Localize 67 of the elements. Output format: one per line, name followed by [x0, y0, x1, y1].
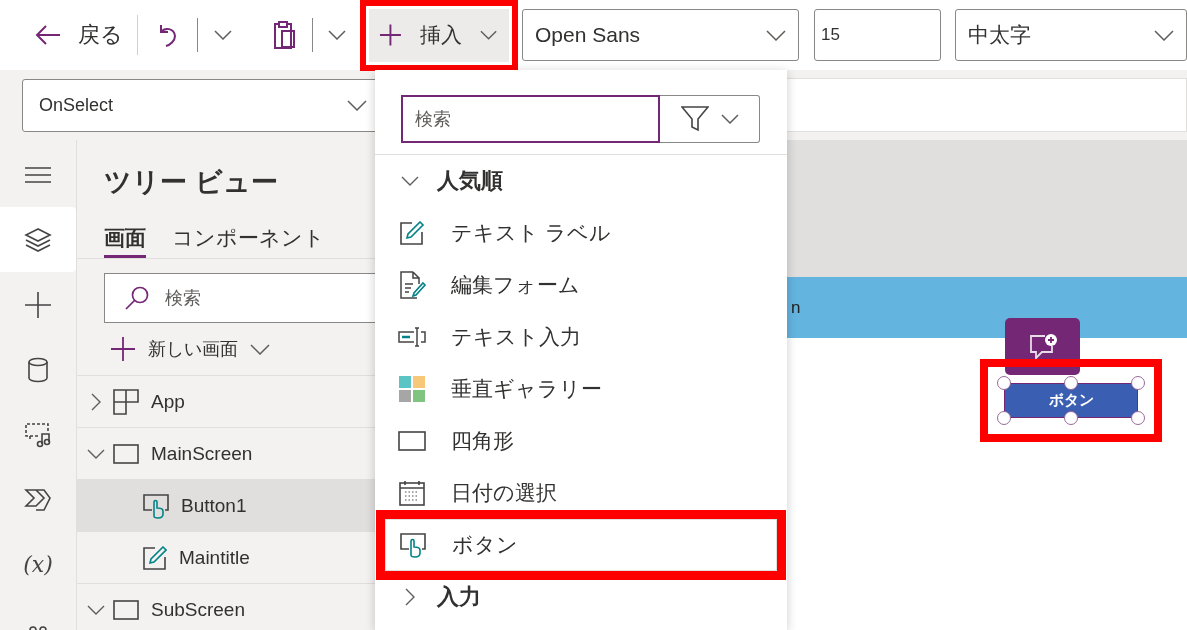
tree-item[interactable]: Button1 — [77, 479, 375, 531]
chevron-down-icon[interactable] — [401, 176, 419, 186]
menu-group-header[interactable]: 入力 — [375, 571, 787, 623]
chevron-down-icon — [250, 343, 270, 355]
new-screen-button[interactable]: 新しい画面 — [110, 323, 270, 375]
insert-button[interactable]: 挿入 — [369, 8, 509, 62]
chevron-down-icon — [1154, 29, 1174, 41]
chevron-right-icon[interactable] — [91, 392, 101, 411]
chevron-down-icon[interactable] — [87, 448, 105, 459]
search-field[interactable]: 検索 — [401, 95, 660, 143]
text-input-icon — [397, 327, 427, 347]
panel-tab[interactable]: コンポーネント — [172, 214, 325, 258]
menu-item[interactable]: 日付の選択 — [385, 467, 777, 519]
canvas-button[interactable]: ボタン — [1004, 383, 1138, 418]
pencil-square-icon — [143, 545, 167, 570]
screen-icon — [113, 599, 139, 620]
font-size-field[interactable]: 15 — [814, 9, 941, 61]
chevron-down-icon — [720, 114, 739, 124]
back-arrow-icon — [34, 24, 62, 46]
tree-item[interactable]: SubScreen — [77, 583, 375, 630]
chevron-down-icon[interactable] — [87, 604, 105, 615]
document-pencil-icon — [397, 271, 427, 299]
search-field[interactable]: 検索 — [104, 273, 375, 323]
menu-group-header[interactable]: 人気順 — [375, 155, 787, 207]
plus-icon — [110, 336, 136, 362]
font-dropdown[interactable]: Open Sans — [522, 9, 799, 61]
tree-item[interactable]: App — [77, 375, 375, 427]
chevron-down-icon[interactable] — [327, 30, 346, 40]
panel-title: ツリー ビュー — [103, 166, 279, 199]
tree-item[interactable]: Maintitle — [77, 531, 375, 583]
chevron-down-icon — [766, 29, 786, 41]
tiles-icon — [397, 376, 427, 402]
comment-add-icon — [1027, 332, 1058, 361]
back-button[interactable]: 戻る — [34, 13, 123, 57]
filter-icon — [680, 106, 709, 132]
chevron-down-icon — [479, 30, 497, 40]
button-control-icon — [143, 492, 169, 519]
resize-handle[interactable] — [997, 411, 1011, 425]
menu-item[interactable]: 垂直ギャラリー — [385, 363, 777, 415]
resize-handle[interactable] — [1064, 376, 1078, 390]
chevron-down-icon — [347, 99, 367, 111]
rectangle-icon — [397, 431, 427, 451]
resize-handle[interactable] — [1131, 376, 1145, 390]
resize-handle[interactable] — [1131, 411, 1145, 425]
header-title: n — [791, 297, 801, 318]
filter-button[interactable] — [660, 95, 760, 143]
chevron-down-icon[interactable] — [213, 30, 232, 40]
variables-button[interactable]: (x) — [0, 532, 76, 597]
search-icon — [124, 285, 150, 311]
plus-icon — [379, 23, 402, 47]
resize-handle[interactable] — [1064, 411, 1078, 425]
menu-item[interactable]: 四角形 — [385, 415, 777, 467]
screen-icon — [113, 443, 139, 464]
panel-tab[interactable]: 画面 — [104, 214, 146, 258]
pencil-square-icon — [397, 221, 427, 245]
chevron-right-icon[interactable] — [405, 588, 415, 606]
clipboard-icon[interactable] — [271, 20, 296, 50]
calendar-icon — [397, 480, 427, 506]
resize-handle[interactable] — [997, 376, 1011, 390]
menu-item[interactable]: 編集フォーム — [385, 259, 777, 311]
menu-item[interactable]: テキスト入力 — [385, 311, 777, 363]
layers-rail-icon[interactable] — [0, 207, 76, 272]
menu-item[interactable]: テキスト ラベル — [385, 207, 777, 259]
menu-item[interactable]: ボタン — [385, 519, 777, 571]
grid-icon — [113, 388, 139, 415]
button-control-icon — [398, 532, 428, 558]
font-weight-dropdown[interactable]: 中太字 — [955, 9, 1187, 61]
